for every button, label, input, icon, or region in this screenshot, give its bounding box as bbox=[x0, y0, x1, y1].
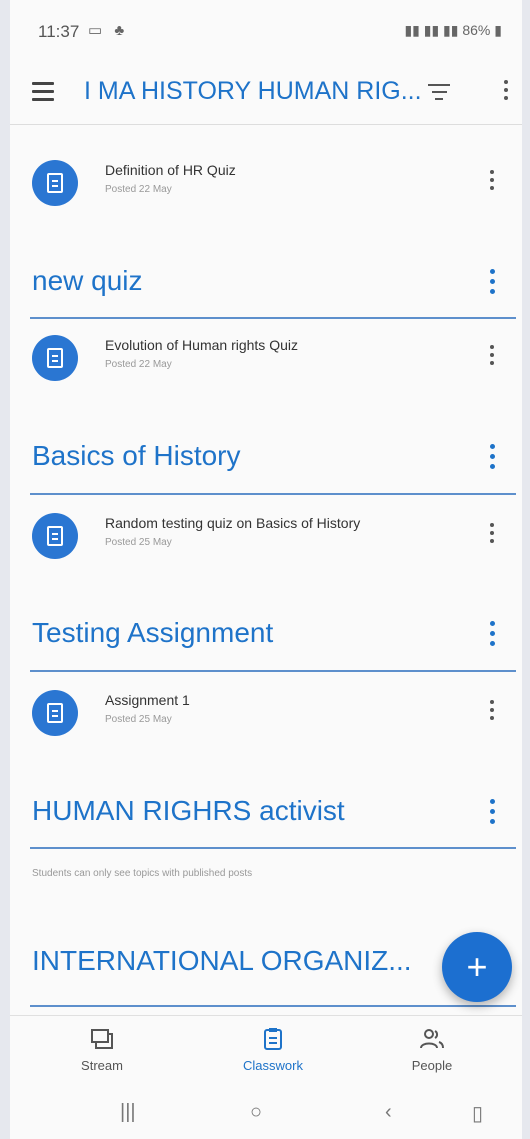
assignment-title: Assignment 1 bbox=[105, 692, 190, 708]
people-icon bbox=[372, 1026, 492, 1052]
topic-header: Basics of History bbox=[10, 430, 522, 500]
stream-icon bbox=[42, 1026, 162, 1052]
topic-divider bbox=[30, 317, 516, 319]
assignment-date: Posted 22 May bbox=[105, 359, 172, 370]
more-vert-icon[interactable] bbox=[488, 345, 496, 371]
assignment-date: Posted 25 May bbox=[105, 537, 172, 548]
nav-classwork-label: Classwork bbox=[243, 1058, 303, 1073]
home-icon[interactable]: ○ bbox=[250, 1101, 262, 1124]
assignment-icon bbox=[32, 690, 78, 736]
more-vert-icon[interactable] bbox=[488, 523, 496, 549]
signal-battery-status: ▮▮ ▮▮ ▮▮ 86% ▮ bbox=[404, 22, 502, 39]
classwork-list: Definition of HR Quiz Posted 22 May new … bbox=[10, 125, 522, 1015]
topic-note: Students can only see topics with publis… bbox=[32, 868, 253, 879]
menu-icon[interactable] bbox=[32, 82, 54, 101]
bottom-nav: Stream Classwork People bbox=[10, 1015, 522, 1088]
notification-icons: ▭ ♣ bbox=[88, 22, 129, 39]
more-vert-icon[interactable] bbox=[502, 80, 510, 106]
more-vert-icon[interactable] bbox=[488, 170, 496, 196]
topic-title: Basics of History bbox=[32, 440, 241, 471]
assignment-title: Random testing quiz on Basics of History bbox=[105, 515, 361, 531]
more-vert-icon[interactable] bbox=[488, 269, 496, 295]
filter-icon[interactable] bbox=[428, 84, 450, 102]
topic-header: new quiz bbox=[10, 255, 522, 325]
assignment-title: Evolution of Human rights Quiz bbox=[105, 337, 298, 353]
nav-people-label: People bbox=[411, 1058, 453, 1073]
system-nav-bar: ||| ○ ‹ ▯ bbox=[10, 1087, 522, 1139]
assignment-row[interactable]: Random testing quiz on Basics of History… bbox=[10, 503, 522, 583]
assignment-row[interactable]: Definition of HR Quiz Posted 22 May bbox=[10, 150, 522, 230]
battery-icon: ▮ bbox=[494, 22, 502, 38]
assignment-title: Definition of HR Quiz bbox=[105, 162, 236, 178]
topic-title: INTERNATIONAL ORGANIZ... bbox=[32, 945, 412, 976]
app-bar: I MA HISTORY HUMAN RIG... bbox=[10, 62, 522, 125]
assignment-date: Posted 25 May bbox=[105, 714, 172, 725]
more-vert-icon[interactable] bbox=[488, 700, 496, 726]
topic-divider bbox=[30, 493, 516, 495]
create-button[interactable]: + bbox=[442, 932, 512, 1002]
phone-screen: 11:37 ▭ ♣ ▮▮ ▮▮ ▮▮ 86% ▮ I MA HISTORY HU… bbox=[10, 0, 522, 1139]
topic-title: HUMAN RIGHRS activist bbox=[32, 795, 345, 826]
classwork-icon bbox=[213, 1026, 333, 1052]
topic-header: Testing Assignment bbox=[10, 607, 522, 677]
assignment-date: Posted 22 May bbox=[105, 184, 172, 195]
recent-apps-icon[interactable]: ||| bbox=[120, 1101, 136, 1124]
more-vert-icon[interactable] bbox=[488, 799, 496, 825]
topic-divider bbox=[30, 1005, 516, 1007]
assignment-row[interactable]: Evolution of Human rights Quiz Posted 22… bbox=[10, 325, 522, 405]
assignment-icon bbox=[32, 335, 78, 381]
assignment-row[interactable]: Assignment 1 Posted 25 May bbox=[10, 680, 522, 760]
assignment-icon bbox=[32, 160, 78, 206]
status-bar: 11:37 ▭ ♣ ▮▮ ▮▮ ▮▮ 86% ▮ bbox=[10, 0, 522, 62]
nav-people[interactable]: People bbox=[372, 1026, 492, 1073]
topic-title: Testing Assignment bbox=[32, 617, 274, 648]
rotate-icon[interactable]: ▯ bbox=[472, 1101, 483, 1126]
signal-icon: ▮▮ ▮▮ ▮▮ bbox=[404, 22, 459, 38]
more-vert-icon[interactable] bbox=[488, 621, 496, 647]
assignment-icon bbox=[32, 513, 78, 559]
topic-divider bbox=[30, 847, 516, 849]
topic-header: HUMAN RIGHRS activist bbox=[10, 785, 522, 855]
battery-level: 86% bbox=[462, 22, 491, 38]
nav-stream[interactable]: Stream bbox=[42, 1026, 162, 1073]
back-icon[interactable]: ‹ bbox=[385, 1101, 392, 1124]
nav-classwork[interactable]: Classwork bbox=[213, 1026, 333, 1073]
status-time: 11:37 bbox=[38, 22, 80, 41]
nav-stream-label: Stream bbox=[81, 1058, 123, 1073]
class-title: I MA HISTORY HUMAN RIG... bbox=[84, 77, 422, 105]
topic-divider bbox=[30, 670, 516, 672]
more-vert-icon[interactable] bbox=[488, 444, 496, 470]
topic-title: new quiz bbox=[32, 265, 143, 296]
